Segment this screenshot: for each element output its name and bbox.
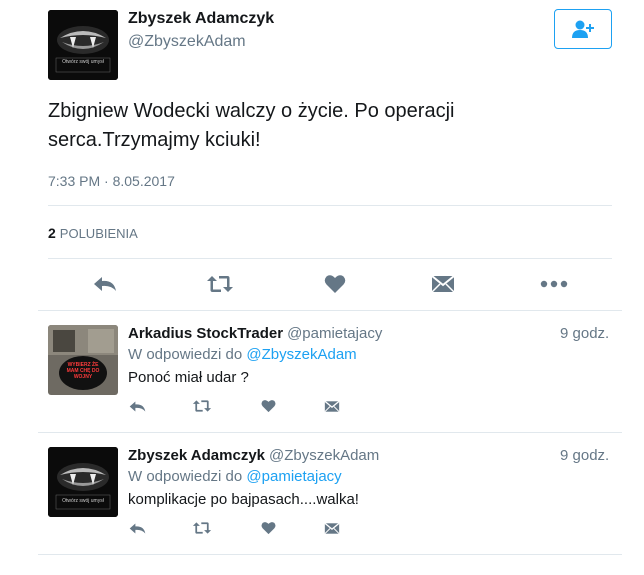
heart-icon (261, 522, 275, 535)
reply-header: Zbyszek Adamczyk @ZbyszekAdam (128, 447, 379, 465)
more-button[interactable] (537, 270, 571, 298)
tweet-timestamp[interactable]: 7:33 PM · 8.05.2017 (48, 173, 175, 189)
retweet-icon (207, 276, 233, 292)
reply-button[interactable] (88, 270, 122, 298)
more-icon (540, 280, 568, 288)
divider (48, 258, 612, 259)
reply-icon (94, 277, 116, 291)
reply-author-handle[interactable]: @ZbyszekAdam (269, 447, 379, 464)
tweet-text: Zbigniew Wodecki walczy o życie. Po oper… (48, 100, 455, 151)
retweet-icon (192, 522, 212, 534)
direct-message-button[interactable] (426, 270, 460, 298)
likes-label: POLUBIENIA (59, 226, 138, 241)
retweet-button[interactable] (189, 396, 215, 416)
reply-avatar-image (48, 325, 118, 395)
retweet-button[interactable] (189, 518, 215, 538)
reply-avatar[interactable]: Otwórz swój umysł (48, 447, 118, 517)
divider (48, 205, 612, 206)
direct-message-icon (324, 522, 340, 534)
like-button[interactable] (255, 518, 281, 538)
reply-text: Ponoć miał udar ? (128, 369, 249, 386)
follow-user-icon (572, 20, 594, 38)
reply-prefix: W odpowiedzi do (128, 346, 243, 363)
retweet-icon (192, 400, 212, 412)
reply-icon (129, 401, 145, 411)
reply-header: Arkadius StockTrader @pamietajacy (128, 325, 382, 343)
reply-avatar[interactable]: WYBIERZ ŻE MAM CHĘ DO WOJNY (48, 325, 118, 395)
divider (38, 310, 622, 311)
reply-timestamp[interactable]: 9 godz. (560, 447, 609, 464)
like-button[interactable] (255, 396, 281, 416)
reply-icon (129, 523, 145, 533)
divider (38, 432, 622, 433)
likes-stat[interactable]: 2 POLUBIENIA (48, 225, 138, 241)
reply-context: W odpowiedzi do @ZbyszekAdam (128, 346, 357, 363)
reply-avatar-caption: WYBIERZ ŻE MAM CHĘ DO WOJNY (66, 362, 100, 380)
reply-mention-link[interactable]: @pamietajacy (246, 468, 341, 485)
reply-timestamp[interactable]: 9 godz. (560, 325, 609, 342)
direct-message-icon (324, 400, 340, 412)
reply-avatar-caption: Otwórz swój umysł (62, 498, 104, 504)
reply-mention-link[interactable]: @ZbyszekAdam (246, 346, 356, 363)
reply-avatar-image (48, 447, 118, 517)
retweet-button[interactable] (203, 270, 237, 298)
author-avatar[interactable] (48, 10, 118, 80)
follow-button[interactable] (554, 9, 612, 49)
reply-button[interactable] (124, 518, 150, 538)
author-handle[interactable]: @ZbyszekAdam (128, 33, 246, 51)
heart-icon (324, 275, 346, 293)
author-name[interactable]: Zbyszek Adamczyk (128, 10, 274, 28)
like-button[interactable] (318, 270, 352, 298)
reply-author-name[interactable]: Zbyszek Adamczyk (128, 447, 265, 464)
reply-text: komplikacje po bajpasach....walka! (128, 491, 359, 508)
reply-author-handle[interactable]: @pamietajacy (287, 325, 382, 342)
divider (38, 554, 622, 555)
vampire-mouth-image (48, 10, 118, 80)
reply-prefix: W odpowiedzi do (128, 468, 243, 485)
direct-message-button[interactable] (319, 396, 345, 416)
direct-message-button[interactable] (319, 518, 345, 538)
reply-author-name[interactable]: Arkadius StockTrader (128, 325, 283, 342)
heart-icon (261, 400, 275, 413)
direct-message-icon (431, 275, 455, 293)
reply-button[interactable] (124, 396, 150, 416)
reply-context: W odpowiedzi do @pamietajacy (128, 468, 342, 485)
avatar-caption: Otwórz swój umysł (62, 59, 104, 65)
likes-count: 2 (48, 225, 56, 241)
